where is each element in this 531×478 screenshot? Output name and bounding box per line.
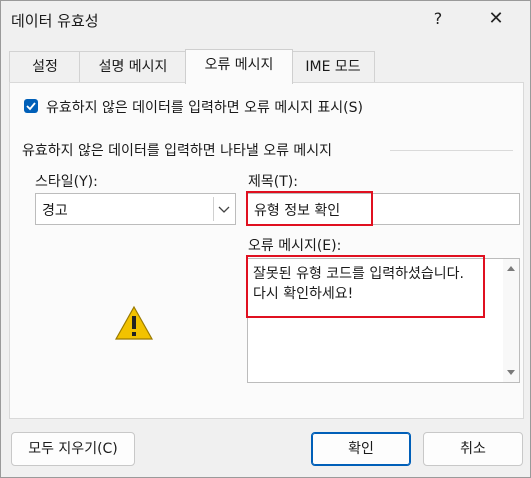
group-label: 유효하지 않은 데이터를 입력하면 나타낼 오류 메시지 bbox=[22, 140, 339, 160]
scroll-up-icon[interactable] bbox=[507, 265, 515, 271]
error-alert-panel: 유효하지 않은 데이터를 입력하면 오류 메시지 표시(S) 유효하지 않은 데… bbox=[9, 82, 524, 419]
error-message-label: 오류 메시지(E): bbox=[248, 238, 342, 254]
tab-strip: 설정 설명 메시지 오류 메시지 IME 모드 bbox=[9, 49, 524, 84]
tab-settings[interactable]: 설정 bbox=[9, 51, 81, 83]
title-highlight-box bbox=[246, 191, 373, 226]
title-label: 제목(T): bbox=[248, 174, 298, 190]
group-divider bbox=[390, 150, 513, 151]
chevron-down-icon[interactable] bbox=[218, 203, 230, 219]
tab-ime-mode[interactable]: IME 모드 bbox=[291, 51, 375, 83]
show-error-checkbox-label: 유효하지 않은 데이터를 입력하면 오류 메시지 표시(S) bbox=[46, 100, 363, 116]
dialog-title: 데이터 유효성 bbox=[11, 12, 99, 30]
data-validation-dialog: 데이터 유효성 ? ✕ 설정 설명 메시지 오류 메시지 IME 모드 유효하지… bbox=[0, 0, 531, 478]
error-message-scrollbar[interactable] bbox=[503, 259, 519, 382]
tab-input-message[interactable]: 설명 메시지 bbox=[79, 51, 187, 83]
style-label: 스타일(Y): bbox=[35, 174, 98, 190]
select-separator bbox=[213, 197, 214, 221]
show-error-checkbox[interactable] bbox=[24, 99, 38, 113]
close-button[interactable]: ✕ bbox=[483, 7, 509, 31]
title-bar: 데이터 유효성 ? ✕ bbox=[1, 1, 530, 39]
scroll-down-icon[interactable] bbox=[507, 370, 515, 376]
warning-triangle-icon bbox=[114, 305, 154, 340]
help-button[interactable]: ? bbox=[425, 7, 451, 31]
style-select[interactable]: 경고 bbox=[35, 193, 236, 225]
style-select-value: 경고 bbox=[42, 203, 68, 219]
tab-error-alert[interactable]: 오류 메시지 bbox=[185, 49, 293, 84]
cancel-button[interactable]: 취소 bbox=[423, 432, 523, 466]
ok-button[interactable]: 확인 bbox=[311, 432, 411, 466]
message-highlight-box bbox=[246, 255, 485, 318]
clear-all-button[interactable]: 모두 지우기(C) bbox=[11, 432, 135, 466]
